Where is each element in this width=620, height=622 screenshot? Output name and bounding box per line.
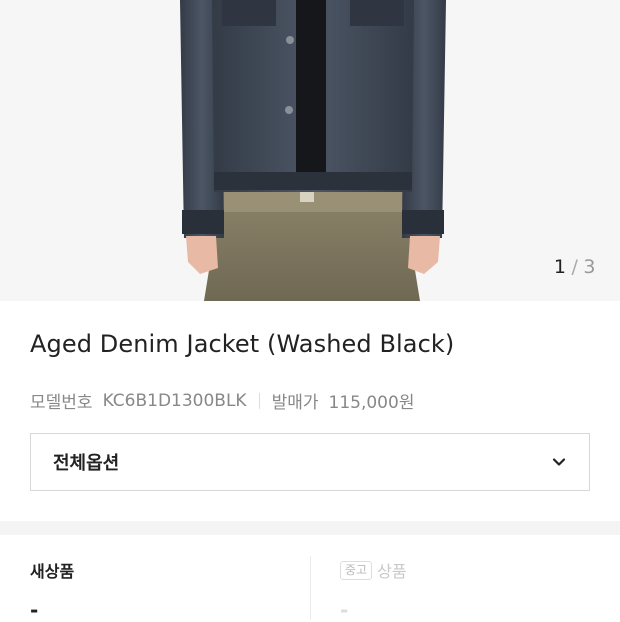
option-select-label: 전체옵션 (53, 453, 120, 474)
release-price-label: 발매가 (271, 393, 319, 413)
product-meta: 모델번호 KC6B1D1300BLK 발매가 115,000원 (30, 388, 415, 414)
model-number-label: 모델번호 (30, 393, 93, 413)
product-image-gallery[interactable]: 1/3 (0, 0, 620, 301)
condition-used-label: 상품 (377, 562, 407, 581)
product-title: Aged Denim Jacket (Washed Black) (30, 330, 455, 358)
condition-used-tab[interactable]: 중고 상품 - (340, 558, 600, 622)
model-number-value: KC6B1D1300BLK (102, 390, 247, 411)
condition-new-label: 새상품 (30, 562, 75, 581)
condition-divider (310, 556, 311, 620)
condition-new-tab[interactable]: 새상품 - (30, 558, 310, 622)
condition-used-label-row: 중고 상품 (340, 558, 600, 582)
image-pager: 1/3 (554, 256, 596, 278)
chevron-down-icon (552, 458, 566, 466)
pager-current: 1 (553, 256, 567, 278)
pager-total: 3 (583, 256, 596, 278)
product-photo (180, 0, 446, 301)
release-price-value: 115,000원 (328, 393, 415, 413)
condition-used-value: - (340, 598, 349, 622)
pager-separator: / (571, 256, 579, 278)
option-select[interactable]: 전체옵션 (30, 433, 590, 491)
condition-new-value: - (30, 598, 39, 622)
section-divider (0, 521, 620, 535)
used-badge: 중고 (340, 560, 373, 580)
meta-divider (258, 392, 260, 409)
